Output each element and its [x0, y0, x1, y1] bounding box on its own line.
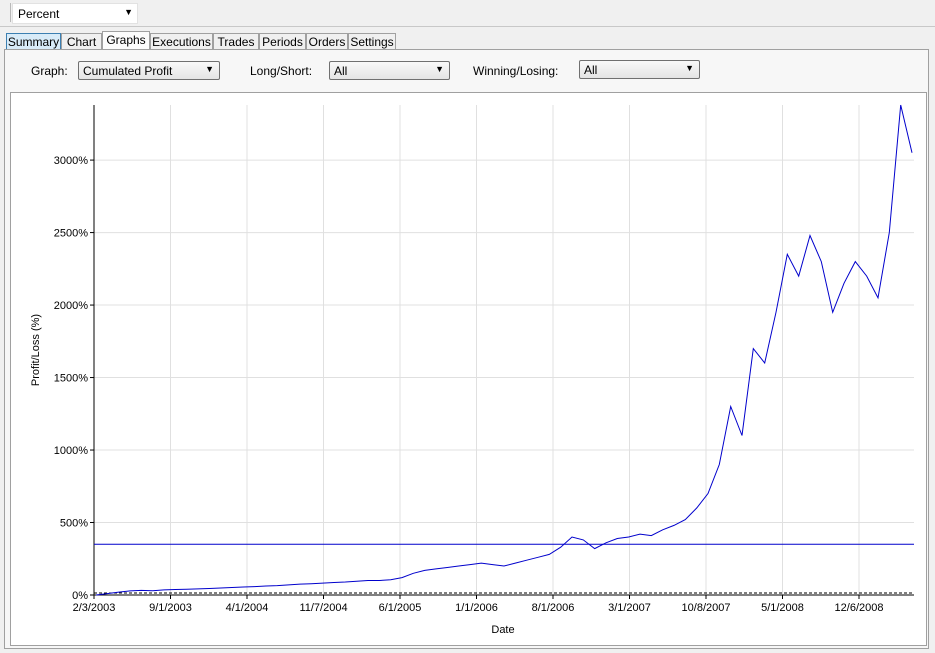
- winlose-select-value: All: [584, 63, 598, 77]
- y-axis-ticks: 0% 500% 1000% 1500% 2000% 2500% 3000%: [54, 155, 94, 602]
- tab-periods[interactable]: Periods: [259, 33, 306, 49]
- tab-settings[interactable]: Settings: [348, 33, 396, 49]
- x-tick-label: 8/1/2006: [532, 602, 575, 614]
- chevron-down-icon: ▼: [435, 64, 444, 74]
- display-mode-value: Percent: [18, 7, 60, 21]
- graph-select-value: Cumulated Profit: [83, 64, 173, 78]
- x-tick-label: 2/3/2003: [73, 602, 116, 614]
- x-tick-label: 4/1/2004: [226, 602, 269, 614]
- x-tick-label: 5/1/2008: [761, 602, 804, 614]
- chart-area: 0% 500% 1000% 1500% 2000% 2500% 3000% 2/3/2003…: [10, 92, 927, 646]
- x-tick-label: 6/1/2005: [379, 602, 422, 614]
- tab-executions[interactable]: Executions: [150, 33, 213, 49]
- cumulated-profit-series: [95, 104, 913, 596]
- chart-grid: [94, 105, 914, 595]
- y-tick-label: 3000%: [54, 155, 88, 167]
- tab-chart[interactable]: Chart: [61, 33, 102, 49]
- profit-chart: 0% 500% 1000% 1500% 2000% 2500% 3000% 2/3/2003…: [30, 104, 914, 636]
- y-tick-label: 1500%: [54, 373, 88, 385]
- toolbar-grip: [0, 3, 11, 22]
- chevron-down-icon: ▼: [124, 7, 133, 17]
- longshort-select-value: All: [334, 64, 348, 78]
- graph-select[interactable]: Cumulated Profit ▼: [78, 61, 220, 80]
- x-tick-label: 11/7/2004: [299, 602, 347, 614]
- y-tick-label: 500%: [60, 518, 88, 530]
- tab-trades[interactable]: Trades: [213, 33, 259, 49]
- y-axis-title: Profit/Loss (%): [30, 314, 42, 386]
- winlose-label: Winning/Losing:: [473, 64, 559, 78]
- chevron-down-icon: ▼: [685, 63, 694, 73]
- winlose-select[interactable]: All ▼: [579, 60, 700, 79]
- tab-summary[interactable]: Summary: [6, 33, 61, 49]
- y-tick-label: 2000%: [54, 300, 88, 312]
- y-tick-label: 0%: [72, 590, 88, 602]
- x-tick-label: 10/8/2007: [682, 602, 731, 614]
- graph-label: Graph:: [31, 64, 68, 78]
- top-toolbar: Percent ▼: [0, 0, 935, 27]
- x-axis-ticks: 2/3/2003 9/1/2003 4/1/2004 11/7/2004 6/1/200…: [73, 595, 884, 614]
- display-mode-select[interactable]: Percent ▼: [12, 3, 138, 24]
- x-tick-label: 1/1/2006: [455, 602, 498, 614]
- tab-graphs[interactable]: Graphs: [102, 31, 150, 50]
- tab-orders[interactable]: Orders: [306, 33, 348, 49]
- longshort-select[interactable]: All ▼: [329, 61, 450, 80]
- x-tick-label: 9/1/2003: [149, 602, 192, 614]
- longshort-label: Long/Short:: [250, 64, 313, 78]
- chevron-down-icon: ▼: [205, 64, 214, 74]
- y-tick-label: 1000%: [54, 445, 88, 457]
- x-axis-title: Date: [491, 624, 514, 636]
- x-tick-label: 12/6/2008: [835, 602, 884, 614]
- x-tick-label: 3/1/2007: [608, 602, 651, 614]
- y-tick-label: 2500%: [54, 228, 88, 240]
